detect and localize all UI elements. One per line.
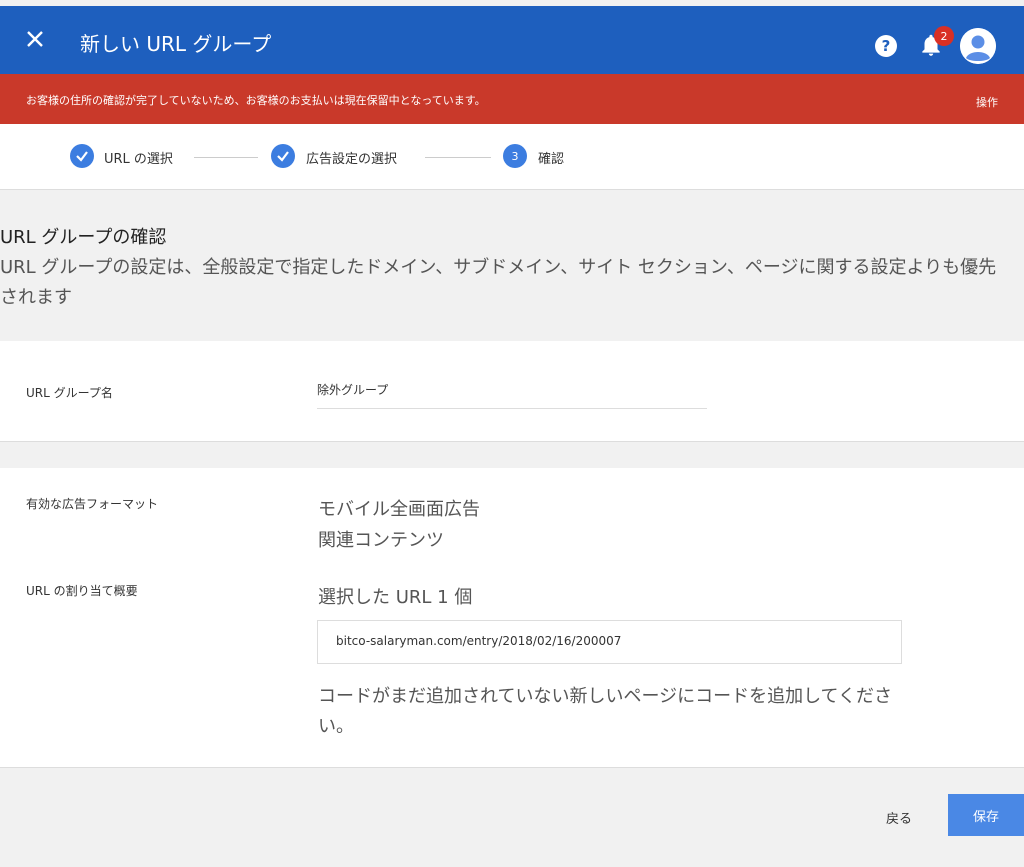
url-list-item: bitco-salaryman.com/entry/2018/02/16/200…: [317, 620, 902, 664]
group-name-label: URL グループ名: [26, 386, 113, 400]
url-count-summary: 選択した URL 1 個: [318, 587, 473, 608]
ad-formats-label: 有効な広告フォーマット: [26, 497, 159, 511]
check-icon: [70, 144, 94, 168]
ad-format-item: 関連コンテンツ: [318, 530, 444, 551]
alert-action-button[interactable]: 操作: [976, 94, 998, 110]
help-icon[interactable]: ?: [875, 35, 897, 57]
footer-actions: 戻る 保存: [0, 770, 1024, 867]
section-header: URL グループの確認 URL グループの設定は、全般設定で指定したドメイン、サ…: [0, 191, 1024, 341]
stepper: URL の選択 広告設定の選択 3 確認: [0, 124, 1024, 190]
close-icon[interactable]: [22, 26, 48, 52]
notification-badge: 2: [934, 26, 954, 46]
alert-banner: お客様の住所の確認が完了していないため、お客様のお支払いは現在保留中となっていま…: [0, 74, 1024, 124]
step-number: 3: [503, 144, 527, 168]
section-description: URL グループの設定は、全般設定で指定したドメイン、サブドメイン、サイト セク…: [0, 257, 997, 308]
summary-card: 有効な広告フォーマット モバイル全画面広告 関連コンテンツ URL の割り当て概…: [0, 468, 1024, 768]
group-name-value: 除外グループ: [317, 381, 707, 409]
save-button[interactable]: 保存: [948, 794, 1024, 836]
step-connector: [425, 157, 491, 158]
step-ad-settings[interactable]: 広告設定の選択: [306, 148, 397, 167]
step-url-selection[interactable]: URL の選択: [104, 148, 173, 167]
step-confirm: 確認: [538, 152, 565, 167]
section-title: URL グループの確認: [0, 227, 167, 248]
account-avatar-icon[interactable]: [960, 28, 996, 64]
back-button[interactable]: 戻る: [878, 804, 920, 831]
app-bar: 新しい URL グループ ? 2: [0, 6, 1024, 74]
alert-message: お客様の住所の確認が完了していないため、お客様のお支払いは現在保留中となっていま…: [26, 94, 486, 107]
step-connector: [194, 157, 258, 158]
url-assignment-label: URL の割り当て概要: [26, 584, 138, 598]
group-name-card: URL グループ名 除外グループ: [0, 341, 1024, 442]
code-instruction: コードがまだ追加されていない新しいページにコードを追加してください。: [318, 686, 893, 737]
page-title: 新しい URL グループ: [80, 32, 272, 56]
check-icon: [271, 144, 295, 168]
ad-format-item: モバイル全画面広告: [318, 499, 480, 520]
